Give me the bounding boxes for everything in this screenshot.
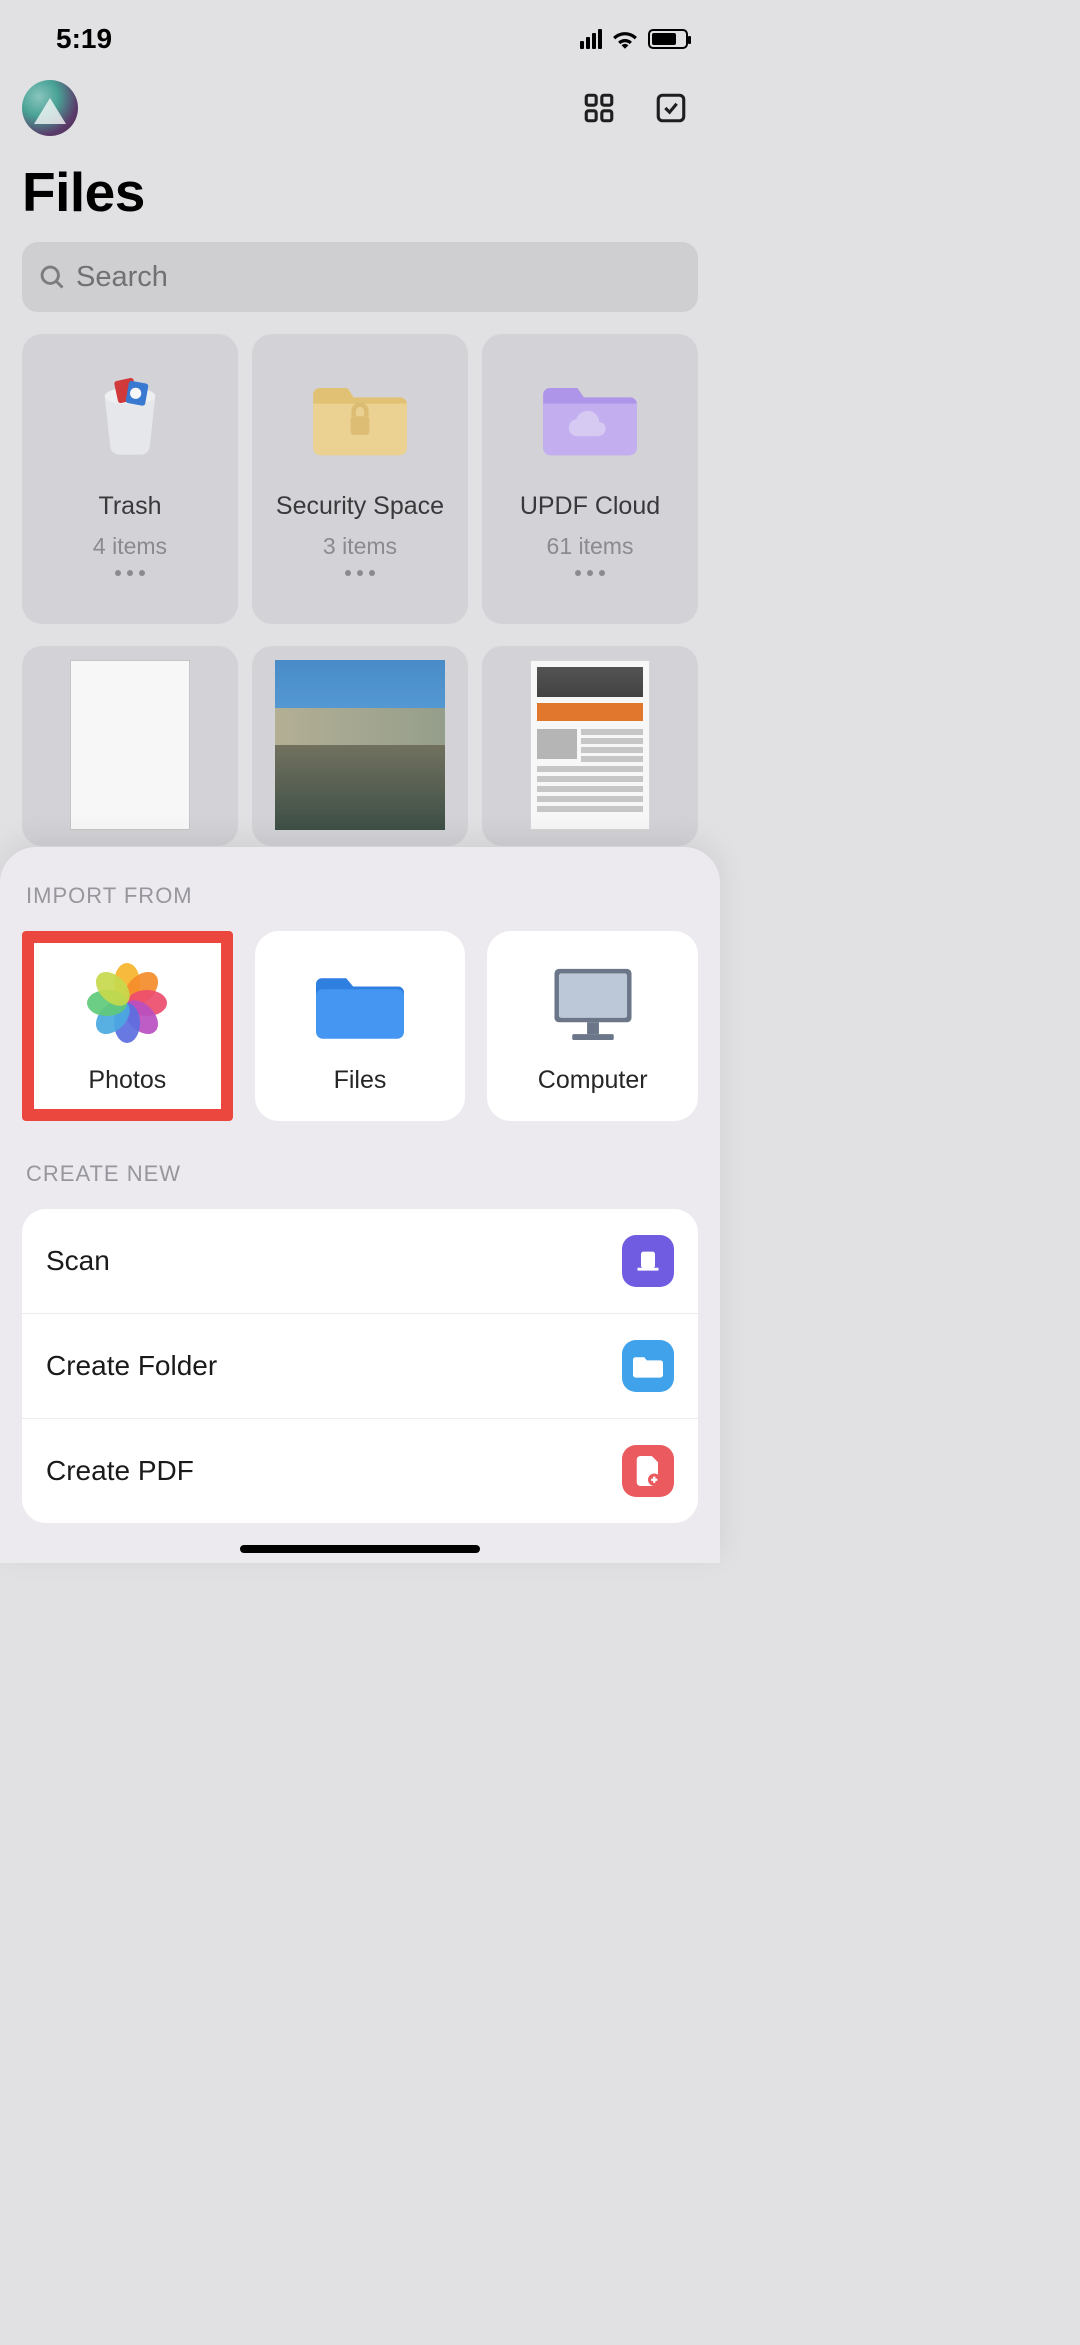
create-folder-button[interactable]: Create Folder: [22, 1314, 698, 1419]
import-computer-button[interactable]: Computer: [487, 931, 698, 1121]
folder-count: 4 items: [93, 533, 167, 560]
locked-folder-icon: [310, 358, 410, 468]
page-title: Files: [22, 160, 698, 224]
file-item[interactable]: [252, 646, 468, 846]
create-option-label: Scan: [46, 1245, 110, 1277]
image-thumb: [275, 660, 445, 830]
computer-icon: [545, 958, 641, 1048]
more-icon[interactable]: [345, 570, 375, 576]
status-bar: 5:19: [0, 0, 720, 60]
folder-name: UPDF Cloud: [520, 492, 660, 521]
import-option-label: Photos: [88, 1066, 166, 1095]
search-field[interactable]: [22, 242, 698, 312]
pdf-thumb: [530, 660, 650, 830]
home-indicator[interactable]: [240, 1545, 480, 1553]
photos-icon: [85, 958, 169, 1048]
folder-name: Security Space: [276, 492, 444, 521]
trash-icon: [85, 358, 175, 468]
folder-security-space[interactable]: Security Space 3 items: [252, 334, 468, 624]
create-scan-button[interactable]: Scan: [22, 1209, 698, 1314]
cellular-icon: [580, 29, 602, 49]
folder-count: 61 items: [547, 533, 634, 560]
more-icon[interactable]: [575, 570, 605, 576]
create-pdf-button[interactable]: Create PDF: [22, 1419, 698, 1523]
more-icon[interactable]: [115, 570, 145, 576]
battery-icon: [648, 29, 688, 49]
create-section-label: CREATE NEW: [26, 1161, 694, 1187]
new-pdf-icon: [622, 1445, 674, 1497]
folder-icon: [316, 958, 404, 1048]
cloud-folder-icon: [540, 358, 640, 468]
import-files-button[interactable]: Files: [255, 931, 466, 1121]
import-section-label: IMPORT FROM: [26, 883, 694, 909]
import-photos-button[interactable]: Photos: [22, 931, 233, 1121]
file-item[interactable]: [482, 646, 698, 846]
status-indicators: [580, 29, 688, 49]
import-option-label: Files: [334, 1066, 387, 1095]
select-mode-icon[interactable]: [654, 91, 688, 125]
folder-trash[interactable]: Trash 4 items: [22, 334, 238, 624]
create-option-label: Create Folder: [46, 1350, 217, 1382]
wifi-icon: [612, 29, 638, 49]
create-list: Scan Create Folder Create PDF: [22, 1209, 698, 1523]
import-option-label: Computer: [538, 1066, 648, 1095]
blank-document-thumb: [70, 660, 190, 830]
create-option-label: Create PDF: [46, 1455, 194, 1487]
folder-count: 3 items: [323, 533, 397, 560]
clock: 5:19: [56, 23, 112, 55]
search-icon: [38, 263, 66, 291]
new-folder-icon: [622, 1340, 674, 1392]
profile-avatar[interactable]: [22, 80, 78, 136]
scan-icon: [622, 1235, 674, 1287]
view-grid-icon[interactable]: [582, 91, 616, 125]
folder-name: Trash: [99, 492, 162, 521]
file-item[interactable]: [22, 646, 238, 846]
action-sheet: IMPORT FROM Photos: [0, 847, 720, 1563]
folder-updf-cloud[interactable]: UPDF Cloud 61 items: [482, 334, 698, 624]
search-input[interactable]: [76, 261, 682, 294]
